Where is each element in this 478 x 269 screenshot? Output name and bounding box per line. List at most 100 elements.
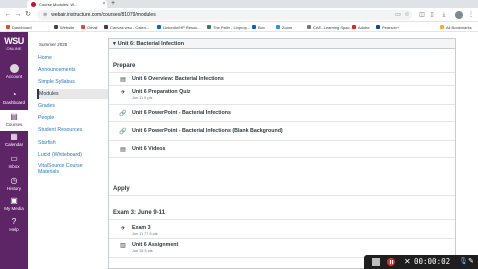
subheader-exam: Exam 3: June 9-11 — [109, 207, 455, 220]
bookmark-label: CAE- Learning Spac... — [313, 24, 353, 30]
module-item-row[interactable]: 🔗 Unit 6 PowerPoint - Bacterial Infection… — [109, 105, 455, 122]
global-nav-label: Courses — [5, 122, 23, 127]
bookmark-favicon-icon — [376, 25, 380, 29]
help-icon: ? — [11, 217, 17, 226]
module-header[interactable]: ▾ Unit 6: Bacterial Infection — [109, 39, 455, 49]
side-panel-icon[interactable]: ▯ — [428, 11, 436, 19]
module-item-row[interactable]: 🔗 Unit 6 PowerPoint - Bacterial Infection… — [109, 122, 455, 141]
module-item-title[interactable]: Unit 6 Videos — [132, 146, 165, 152]
browser-toolbar: ← → ↻ ⊜ webair.instructure.com/courses/8… — [0, 8, 478, 22]
module-item-title[interactable]: Exam 3 — [132, 225, 151, 231]
microphone-icon[interactable]: 🎙 — [459, 257, 468, 267]
global-nav-courses[interactable]: ▤ Courses — [0, 110, 28, 131]
global-nav-account[interactable]: Account — [0, 62, 28, 83]
module-item-title[interactable]: Unit 6 Assignment — [132, 242, 178, 248]
course-nav-starfish[interactable]: Starfish — [37, 138, 115, 148]
course-nav-grades[interactable]: Grades — [37, 101, 115, 111]
url-text: webair.instructure.com/courses/81079/mod… — [51, 12, 156, 18]
pause-recording-button[interactable] — [387, 258, 395, 266]
module-item-row[interactable]: ▤ Unit 6 Videos — [109, 141, 455, 158]
browser-tab-bar: Course Modules: W... × + — [0, 0, 478, 8]
course-nav-lucid-whiteboard[interactable]: Lucid (Whiteboard) — [37, 150, 115, 160]
cast-icon[interactable]: ▭ — [394, 11, 402, 19]
module-item-row[interactable]: ✈ Unit 6 Preparation Quiz Jun 11 5 pts — [109, 86, 455, 105]
global-nav-help[interactable]: ? Help — [0, 215, 28, 236]
bookmark-item[interactable]: Zoom — [276, 23, 292, 31]
stop-recording-button[interactable] — [372, 258, 380, 266]
bookmark-favicon-icon — [252, 25, 256, 29]
bookmark-label: Gmail — [87, 24, 98, 30]
new-tab-button[interactable]: + — [111, 0, 115, 8]
logo-text: WSU — [4, 36, 24, 46]
global-nav-inbox[interactable]: ▭ Inbox — [0, 152, 28, 173]
bookmark-item[interactable]: Dashboard — [6, 23, 32, 31]
bookmark-label: LinkedIn/HP Resou... — [163, 24, 201, 30]
bookmark-favicon-icon — [276, 25, 280, 29]
module-item-title[interactable]: Unit 6 PowerPoint - Bacterial Infections — [132, 110, 231, 116]
bookmark-item[interactable]: CAE- Learning Spac... — [307, 23, 353, 31]
extension-icon[interactable]: ◫ — [418, 11, 426, 19]
site-info-icon[interactable]: ⊜ — [43, 12, 47, 18]
browser-tab[interactable]: Course Modules: W... × — [27, 0, 107, 8]
bookmark-item[interactable]: LinkedIn/HP Resou... — [157, 23, 201, 31]
bookmarks-bar: Dashboard Website Gmail Canvas wsu - Calen.… — [0, 22, 478, 32]
global-nav-label: Calendar — [4, 142, 24, 147]
cancel-recording-icon[interactable]: ✕ — [404, 257, 411, 267]
course-nav-people[interactable]: People — [37, 113, 115, 123]
my-media-icon: ▣ — [10, 196, 18, 205]
bookmark-item[interactable]: Adobe — [352, 23, 370, 31]
downloads-icon[interactable]: ⤓ — [440, 11, 448, 19]
page-icon: ▤ — [120, 146, 126, 153]
attachment-icon: 🔗 — [119, 110, 127, 117]
reload-icon[interactable]: ↻ — [24, 11, 32, 19]
course-nav-home[interactable]: Home — [37, 53, 115, 63]
bookmark-favicon-icon — [307, 25, 311, 29]
bookmark-favicon-icon — [157, 25, 161, 29]
wsu-online-logo[interactable]: WSU ONLINE — [0, 36, 28, 51]
history-icon: ◷ — [10, 176, 18, 185]
global-nav-dashboard[interactable]: ◔ Dashboard — [0, 88, 28, 109]
pen-tool-icon[interactable]: ✎ — [468, 257, 474, 267]
module-item-row[interactable]: ▤ Unit 6 Overview: Bacterial Infections — [109, 73, 455, 86]
courses-icon: ▤ — [10, 112, 18, 121]
collapse-caret-icon[interactable]: ▾ — [113, 41, 116, 47]
global-nav-label: Help — [9, 227, 19, 232]
module-item-title[interactable]: Unit 6 Overview: Bacterial Infections — [132, 76, 224, 82]
bookmark-label: Canvas wsu - Calen... — [110, 24, 150, 30]
global-nav-my-media[interactable]: ▣ My Media — [0, 194, 28, 215]
module-item-meta: Jun 11 5 pts — [132, 96, 153, 100]
bookmark-label: Adobe — [358, 24, 370, 30]
bookmark-item[interactable]: All Bookmarks — [440, 23, 472, 31]
global-nav-label: My Media — [4, 206, 24, 211]
back-icon[interactable]: ← — [4, 11, 12, 19]
global-nav-label: Inbox — [8, 164, 20, 169]
bookmark-item[interactable]: Pearson+ — [376, 23, 399, 31]
global-navigation: WSU ONLINE Account ◔ Dashboard ▤ Courses ▦ Cal… — [0, 32, 28, 269]
bookmark-item[interactable]: Gmail — [81, 23, 97, 31]
account-icon — [9, 64, 19, 73]
assignment-icon: ▥ — [120, 243, 126, 249]
menu-icon[interactable]: ⋮ — [467, 11, 475, 19]
page-icon: ▤ — [120, 76, 126, 83]
tab-close-icon[interactable]: × — [101, 1, 107, 7]
bookmark-favicon-icon — [104, 25, 108, 29]
course-nav-vitalsource-course-materials[interactable]: VitalSource Course Materials — [37, 162, 97, 177]
bookmark-label: The Palin - Linprop... — [213, 24, 251, 30]
module-item-row[interactable]: ✈ Exam 3 Jun 11 77.5 pts — [109, 222, 455, 239]
course-nav-student-resources[interactable]: Student Resources — [37, 125, 115, 135]
bookmark-star-icon[interactable]: ☆ — [403, 11, 411, 19]
bookmark-item[interactable]: Website — [54, 23, 74, 31]
profile-avatar[interactable] — [455, 11, 463, 19]
bookmark-item[interactable]: The Palin - Linprop... — [207, 23, 250, 31]
course-nav-modules[interactable]: Modules — [37, 89, 115, 99]
forward-icon[interactable]: → — [14, 11, 22, 19]
bookmark-item[interactable]: Box — [252, 23, 265, 31]
course-nav-announcements[interactable]: Announcements — [37, 65, 115, 75]
module-item-title[interactable]: Unit 6 Preparation Quiz — [132, 89, 191, 95]
address-bar[interactable]: ⊜ webair.instructure.com/courses/81079/m… — [37, 10, 412, 20]
global-nav-history[interactable]: ◷ History — [0, 174, 28, 195]
module-item-title[interactable]: Unit 6 PowerPoint - Bacterial Infections… — [132, 128, 283, 134]
global-nav-calendar[interactable]: ▦ Calendar — [0, 130, 28, 151]
course-nav-simple-syllabus[interactable]: Simple Syllabus — [37, 77, 115, 87]
bookmark-item[interactable]: Canvas wsu - Calen... — [104, 23, 149, 31]
